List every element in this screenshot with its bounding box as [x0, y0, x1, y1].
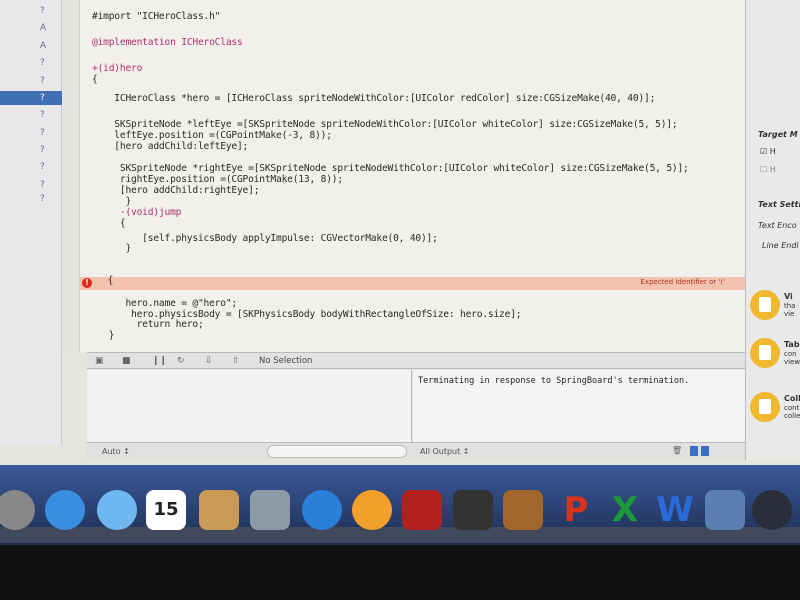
code-line: {: [102, 275, 119, 286]
library-item-title: Vi: [784, 292, 793, 301]
code-line: return hero;: [92, 319, 204, 330]
library-item-icon: [750, 338, 780, 368]
navigator-file-row[interactable]: ?: [0, 74, 62, 88]
library-item-desc: contro: [784, 404, 800, 412]
split-left-icon[interactable]: [690, 446, 698, 456]
dock-powerpoint-icon[interactable]: P: [556, 490, 596, 530]
debug-bottom-bar: Auto ↕ All Output ↕ 🗑: [87, 442, 745, 460]
breakpoints-icon[interactable]: ■: [122, 356, 131, 366]
trash-icon[interactable]: 🗑: [672, 446, 682, 455]
line-endings-label: Line Endi: [762, 241, 799, 250]
split-right-icon[interactable]: [701, 446, 709, 456]
dock-xcode-icon[interactable]: [705, 490, 745, 530]
navigator-file-row[interactable]: ?: [0, 4, 62, 18]
console-view[interactable]: Terminating in response to SpringBoard's…: [413, 370, 745, 442]
step-out-icon[interactable]: ⇧: [232, 356, 240, 366]
code-line: [hero addChild:leftEye];: [92, 141, 249, 152]
library-item-title: Colle: [784, 394, 800, 403]
debug-bar: ▣ ■ ❙❙ ↻ ⇩ ⇧ No Selection: [87, 352, 745, 369]
navigator-file-row[interactable]: ?: [0, 178, 62, 192]
code-line: hero.name = @"hero";: [92, 298, 237, 309]
library-item-desc: vie: [784, 310, 795, 318]
code-line: [hero addChild:rightEye];: [92, 185, 260, 196]
target-checkbox[interactable]: ☐ H: [760, 165, 776, 174]
code-line: SKSpriteNode *leftEye =[SKSpriteNode spr…: [92, 119, 678, 130]
library-item-desc: view: [784, 358, 800, 366]
dock-itunes-icon[interactable]: [302, 490, 342, 530]
code-line: -(void)jump: [92, 207, 182, 218]
xcode-window: ? A A????????? Expected identifier or '(' …: [0, 0, 800, 465]
code-line: rightEye.position =(CGPointMake(13, 8));: [92, 174, 343, 185]
error-icon[interactable]: !: [82, 278, 92, 288]
navigator-file-row[interactable]: ?: [0, 192, 62, 206]
step-into-icon[interactable]: ⇩: [205, 356, 213, 366]
code-line: {: [92, 218, 126, 229]
navigator-file-row[interactable]: ?: [0, 160, 62, 174]
filter-input[interactable]: [267, 445, 407, 458]
target-label: H: [769, 147, 776, 156]
code-line: leftEye.position =(CGPointMake(-3, 8));: [92, 130, 332, 141]
target-checkbox[interactable]: ☑ H: [760, 147, 776, 156]
text-settings-heading: Text Settin: [758, 200, 800, 209]
navigator-file-row[interactable]: A: [0, 21, 62, 35]
dock-iphoto-icon[interactable]: [250, 490, 290, 530]
line-gutter: [62, 0, 80, 352]
dock-word-icon[interactable]: W: [655, 490, 695, 530]
code-line: }: [92, 330, 115, 341]
library-item-title: Tab: [784, 340, 800, 349]
hide-debug-icon[interactable]: ▣: [95, 356, 104, 366]
library-item-icon: [750, 290, 780, 320]
selection-label: No Selection: [259, 356, 313, 366]
variables-view[interactable]: [87, 370, 412, 442]
project-navigator: ? A A?????????: [0, 0, 62, 445]
console-output: Terminating in response to SpringBoard's…: [418, 376, 690, 386]
output-select[interactable]: All Output ↕: [420, 447, 470, 456]
pause-icon[interactable]: ❙❙: [152, 356, 167, 366]
dock-steam-icon[interactable]: [752, 490, 792, 530]
navigator-file-row[interactable]: ?: [0, 143, 62, 157]
code-line: SKSpriteNode *rightEye =[SKSpriteNode sp…: [92, 163, 689, 174]
navigator-file-row[interactable]: ?: [0, 126, 62, 140]
error-message: Expected identifier or '(': [640, 278, 726, 286]
dock-contacts-icon[interactable]: [199, 490, 239, 530]
dock-safari-icon[interactable]: [45, 490, 85, 530]
dock-garageband-icon[interactable]: [503, 490, 543, 530]
navigator-file-row[interactable]: ?: [0, 91, 62, 105]
code-line: @implementation ICHeroClass: [92, 37, 243, 48]
code-line: }: [92, 196, 132, 207]
dock-ibooks-icon[interactable]: [352, 490, 392, 530]
library-item-desc: tha: [784, 302, 796, 310]
step-over-icon[interactable]: ↻: [177, 356, 185, 366]
dock-messages-icon[interactable]: [97, 490, 137, 530]
code-line: {: [92, 74, 98, 85]
code-editor[interactable]: Expected identifier or '(' #import "ICHe…: [62, 0, 745, 352]
dock-photo-booth-icon[interactable]: [402, 490, 442, 530]
navigator-file-row[interactable]: ?: [0, 56, 62, 70]
target-membership-heading: Target M: [758, 130, 798, 139]
code-line: }: [92, 243, 132, 254]
error-line-highlight: Expected identifier or '(': [80, 277, 745, 290]
code-line: #import "ICHeroClass.h": [92, 11, 221, 22]
library-item-desc: collect: [784, 412, 800, 420]
library-item-desc: con: [784, 350, 797, 358]
dock-imovie-icon[interactable]: [453, 490, 493, 530]
text-encoding-label: Text Enco: [758, 221, 797, 230]
target-label: H: [769, 165, 776, 174]
dock-calendar-icon[interactable]: 15: [146, 490, 186, 530]
code-line: +(id)hero: [92, 63, 143, 74]
library-item-icon: [750, 392, 780, 422]
navigator-file-row[interactable]: A: [0, 39, 62, 53]
navigator-file-row[interactable]: ?: [0, 108, 62, 122]
utilities-inspector: Target M ☑ H ☐ H Text Settin Text Enco L…: [745, 0, 800, 460]
code-line: [self.physicsBody applyImpulse: CGVector…: [92, 233, 438, 244]
scope-select[interactable]: Auto ↕: [102, 447, 130, 456]
code-line: ICHeroClass *hero = [ICHeroClass spriteN…: [92, 93, 656, 104]
dock-excel-icon[interactable]: X: [605, 490, 645, 530]
